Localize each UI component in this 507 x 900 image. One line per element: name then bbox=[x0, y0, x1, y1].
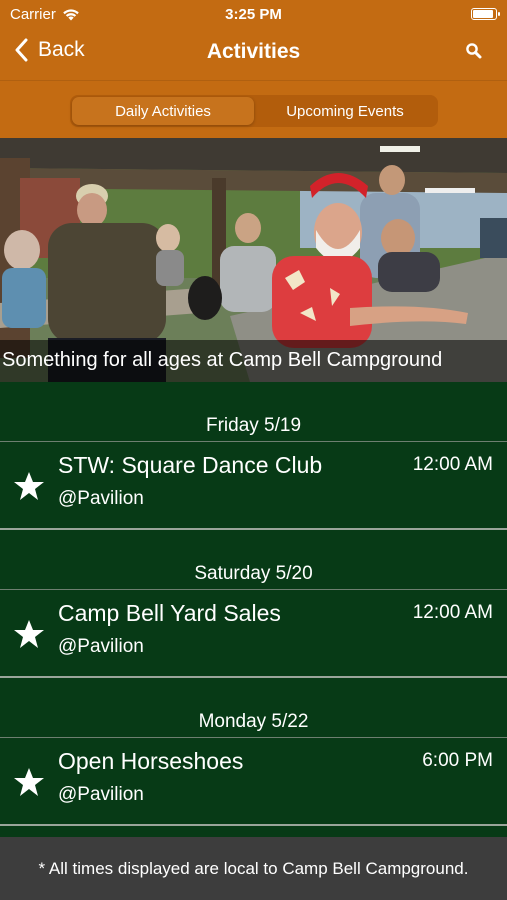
star-icon[interactable] bbox=[13, 766, 45, 798]
event-row[interactable]: Open Horseshoes @Pavilion 6:00 PM bbox=[0, 738, 507, 826]
search-icon bbox=[466, 43, 482, 59]
status-bar: Carrier 3:25 PM bbox=[0, 0, 507, 28]
hero-image: Something for all ages at Camp Bell Camp… bbox=[0, 138, 507, 382]
star-icon[interactable] bbox=[13, 618, 45, 650]
tab-upcoming-events[interactable]: Upcoming Events bbox=[254, 97, 436, 125]
day-header: Monday 5/22 bbox=[0, 678, 507, 738]
page-title: Activities bbox=[206, 40, 301, 63]
hero-caption: Something for all ages at Camp Bell Camp… bbox=[0, 340, 507, 382]
event-title: STW: Square Dance Club bbox=[58, 452, 323, 478]
event-location: @Pavilion bbox=[58, 488, 144, 509]
event-location: @Pavilion bbox=[58, 784, 144, 805]
event-time: 12:00 AM bbox=[412, 602, 493, 623]
day-header: Friday 5/19 bbox=[0, 382, 507, 442]
event-time: 12:00 AM bbox=[412, 454, 493, 475]
event-location: @Pavilion bbox=[58, 636, 144, 657]
star-icon[interactable] bbox=[13, 470, 45, 502]
battery-icon bbox=[471, 8, 500, 20]
segmented-control: Daily Activities Upcoming Events bbox=[70, 95, 438, 127]
timezone-note: * All times displayed are local to Camp … bbox=[0, 837, 507, 900]
activity-list[interactable]: Friday 5/19 STW: Square Dance Club @Pavi… bbox=[0, 382, 507, 837]
event-time: 6:00 PM bbox=[422, 750, 493, 771]
event-title: Camp Bell Yard Sales bbox=[58, 600, 281, 626]
event-row[interactable]: STW: Square Dance Club @Pavilion 12:00 A… bbox=[0, 442, 507, 530]
day-header: Saturday 5/20 bbox=[0, 530, 507, 590]
nav-bar: Back Activities bbox=[0, 28, 507, 80]
tab-daily-activities[interactable]: Daily Activities bbox=[72, 97, 254, 125]
segment-bar: Daily Activities Upcoming Events bbox=[0, 80, 507, 138]
event-row[interactable]: Camp Bell Yard Sales @Pavilion 12:00 AM bbox=[0, 590, 507, 678]
search-button[interactable] bbox=[465, 42, 483, 65]
event-title: Open Horseshoes bbox=[58, 748, 244, 774]
status-time: 3:25 PM bbox=[225, 6, 282, 23]
